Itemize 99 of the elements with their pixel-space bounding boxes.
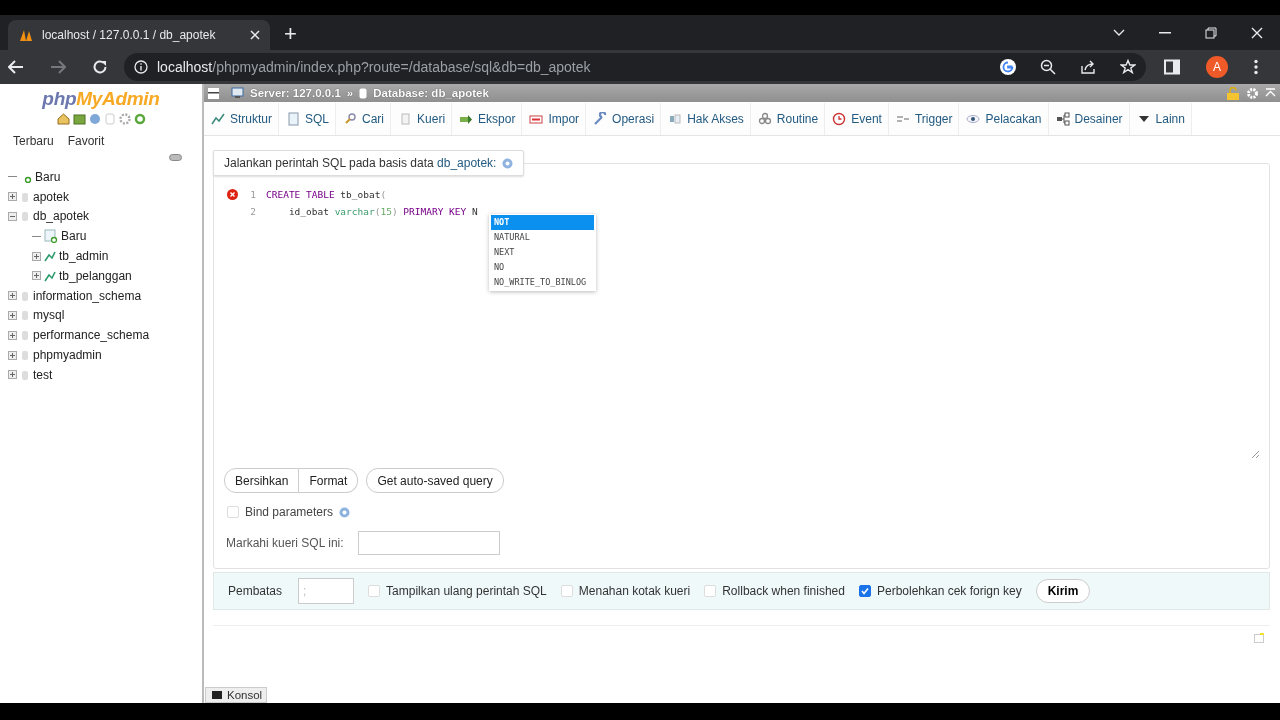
breadcrumb-separator: » xyxy=(346,87,354,99)
checkbox-label: Perbolehkan cek forign key xyxy=(876,584,1022,598)
expand-icon[interactable] xyxy=(32,271,41,281)
clock-icon xyxy=(832,112,847,126)
phpmyadmin-logo: phpMyAdmin xyxy=(41,87,161,110)
database-link[interactable]: test xyxy=(33,367,53,382)
database-link[interactable]: performance_schema xyxy=(33,328,150,343)
auto-saved-query-button[interactable]: Get auto-saved query xyxy=(366,468,504,493)
panel-legend: Jalankan perintah SQL pada basis data db_apotek: xyxy=(224,156,497,170)
table-icon xyxy=(44,269,56,282)
field-label: Pembatas xyxy=(228,584,283,598)
sailboat-icon xyxy=(18,28,34,42)
forward-arrow-icon[interactable] xyxy=(50,60,66,74)
line-number: 1 xyxy=(249,189,257,200)
database-link[interactable]: db_apotek: xyxy=(437,156,497,170)
database-link[interactable]: apotek xyxy=(33,189,70,204)
database-link[interactable]: information_schema xyxy=(33,288,142,303)
minus-icon xyxy=(208,92,219,94)
zoom-out-icon[interactable] xyxy=(1040,59,1056,75)
wrench-icon xyxy=(593,112,608,126)
field-label: Markahi kueri SQL ini: xyxy=(226,536,344,550)
database-icon[interactable] xyxy=(72,113,86,125)
line-number: 2 xyxy=(249,206,257,217)
new-link[interactable]: Baru xyxy=(61,229,87,244)
server-icon xyxy=(231,87,244,99)
code-line: CREATE TABLE tb_obat( xyxy=(266,189,387,200)
nav-link[interactable]: Terbaru xyxy=(13,134,54,148)
clear-button[interactable]: Bersihkan xyxy=(224,468,300,493)
expand-icon[interactable] xyxy=(8,350,17,360)
checkbox-label: Menahan kotak kueri xyxy=(578,584,691,598)
close-icon[interactable] xyxy=(1251,26,1263,39)
diagram-icon xyxy=(1055,112,1070,126)
search-icon xyxy=(343,112,358,126)
bookmark-field[interactable] xyxy=(357,531,500,555)
new-link[interactable]: Baru xyxy=(35,169,61,184)
browser-tab[interactable]: localhost / 127.0.0.1 / db_apotek xyxy=(8,20,270,50)
side-panel-icon[interactable] xyxy=(1164,59,1180,75)
submit-button[interactable]: Kirim xyxy=(1035,579,1091,603)
home-icon[interactable] xyxy=(56,113,70,125)
database-icon xyxy=(20,329,30,342)
gears-icon xyxy=(757,112,772,126)
checkbox-label: Rollback when finished xyxy=(722,584,845,598)
checkbox[interactable] xyxy=(858,585,871,597)
back-arrow-icon[interactable] xyxy=(8,60,24,74)
more-icon[interactable] xyxy=(1254,59,1258,75)
expand-icon[interactable] xyxy=(8,370,17,380)
autocomplete-item[interactable]: NO xyxy=(491,260,594,275)
minimize-icon[interactable] xyxy=(1159,31,1171,34)
sql-editor[interactable]: 1 CREATE TABLE tb_obat( 2 id_obat varchar(15) PRIMARY KEY N NOT NATURAL NEXT NO NO_WRITE_TO_BINLOG xyxy=(224,186,1259,458)
expand-icon[interactable] xyxy=(8,330,17,340)
new-table-icon xyxy=(44,229,58,244)
import-icon xyxy=(529,112,544,126)
restore-icon[interactable] xyxy=(1205,26,1217,39)
database-icon xyxy=(20,349,30,362)
chart-icon xyxy=(211,112,225,126)
database-icon xyxy=(359,87,368,99)
autocomplete-item[interactable]: NATURAL xyxy=(491,230,594,245)
collapse-icon[interactable] xyxy=(8,212,17,221)
database-link[interactable]: db_apotek xyxy=(33,209,90,224)
table-link[interactable]: tb_admin xyxy=(59,249,109,264)
new-tab-button[interactable]: + xyxy=(284,22,297,46)
database-link[interactable]: mysql xyxy=(33,308,65,323)
autocomplete-item[interactable]: NEXT xyxy=(491,245,594,260)
chevron-down-icon[interactable] xyxy=(1113,28,1125,37)
users-icon xyxy=(668,112,683,126)
expand-icon[interactable] xyxy=(8,192,17,202)
check-icon xyxy=(860,587,869,595)
document-icon xyxy=(398,112,413,126)
database-icon xyxy=(20,190,30,203)
eye-icon xyxy=(966,112,981,126)
autocomplete-item[interactable]: NO_WRITE_TO_BINLOG xyxy=(491,275,594,290)
database-icon xyxy=(20,309,30,322)
address-bar[interactable]: localhost/phpmyadmin/index.php?route=/database/sql&db=db_apotek xyxy=(124,53,1146,81)
database-link[interactable]: phpmyadmin xyxy=(33,348,102,363)
tab-title: localhost / 127.0.0.1 / db_apotek xyxy=(42,28,217,42)
format-button[interactable]: Format xyxy=(299,468,359,493)
star-icon[interactable] xyxy=(1120,59,1136,75)
resize-handle-icon[interactable] xyxy=(1251,450,1259,458)
checkbox-label: Tampilkan ulang perintah SQL xyxy=(386,584,547,598)
expand-icon[interactable] xyxy=(8,310,17,320)
table-icon xyxy=(44,250,56,263)
info-icon xyxy=(134,60,148,74)
nav-link[interactable]: Favorit xyxy=(67,134,105,148)
link-icon[interactable] xyxy=(169,154,182,161)
collapse-button[interactable] xyxy=(208,87,219,99)
code-line: id_obat varchar(15) PRIMARY KEY N xyxy=(287,206,478,217)
collapse-up-icon[interactable] xyxy=(1265,87,1276,99)
database-icon xyxy=(20,210,30,223)
close-icon[interactable] xyxy=(250,30,260,40)
checkbox-label: Bind parameters xyxy=(245,505,334,519)
document-icon xyxy=(286,111,300,126)
expand-icon[interactable] xyxy=(32,251,41,261)
database-icon xyxy=(20,289,30,302)
google-icon[interactable] xyxy=(1000,59,1016,75)
share-icon[interactable] xyxy=(1080,59,1096,75)
table-link[interactable]: tb_pelanggan xyxy=(59,268,132,283)
url-text: localhost/phpmyadmin/index.php?route=/database/sql&db=db_apotek xyxy=(157,59,591,75)
expand-icon[interactable] xyxy=(8,291,17,301)
database-icon xyxy=(20,368,30,381)
